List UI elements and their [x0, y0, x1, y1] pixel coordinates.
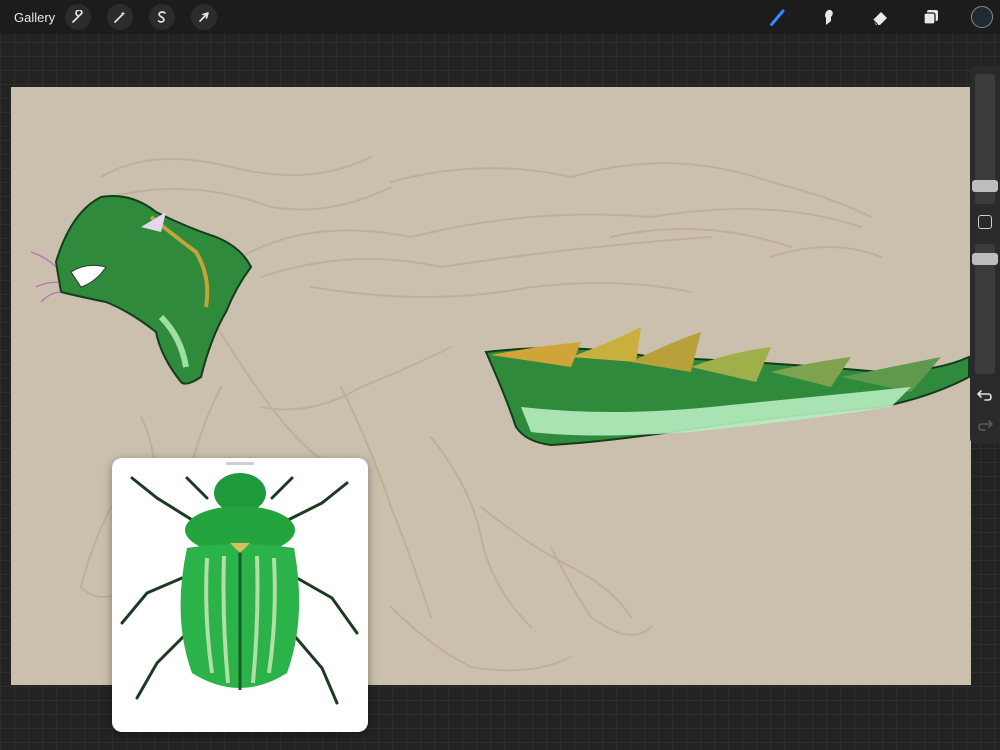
gallery-button[interactable]: Gallery [14, 10, 55, 25]
brush-size-thumb[interactable] [972, 180, 998, 192]
reference-window[interactable] [112, 458, 368, 732]
dragon-tail-drawing [484, 327, 970, 447]
brush-icon[interactable] [765, 4, 791, 30]
wrench-icon[interactable] [65, 4, 92, 30]
opacity-thumb[interactable] [972, 253, 998, 265]
dragon-head-drawing [30, 195, 253, 385]
top-toolbar: Gallery [0, 0, 1000, 34]
eraser-icon[interactable] [867, 4, 893, 30]
selection-s-icon[interactable] [149, 4, 176, 30]
magic-wand-icon[interactable] [107, 4, 134, 30]
reference-drag-handle[interactable] [226, 462, 254, 465]
smudge-icon[interactable] [816, 4, 842, 30]
brush-size-slider[interactable] [972, 74, 998, 204]
layers-icon[interactable] [918, 4, 944, 30]
arrow-cursor-icon[interactable] [191, 4, 218, 30]
modify-square-icon[interactable] [978, 215, 992, 229]
undo-icon[interactable] [976, 386, 994, 404]
green-jewel-beetle-image [120, 473, 359, 705]
color-picker-swatch[interactable] [971, 6, 993, 28]
opacity-slider[interactable] [972, 244, 998, 374]
tool-group [740, 0, 1000, 34]
sidebar-panel [970, 66, 1000, 444]
redo-icon[interactable] [976, 416, 994, 434]
